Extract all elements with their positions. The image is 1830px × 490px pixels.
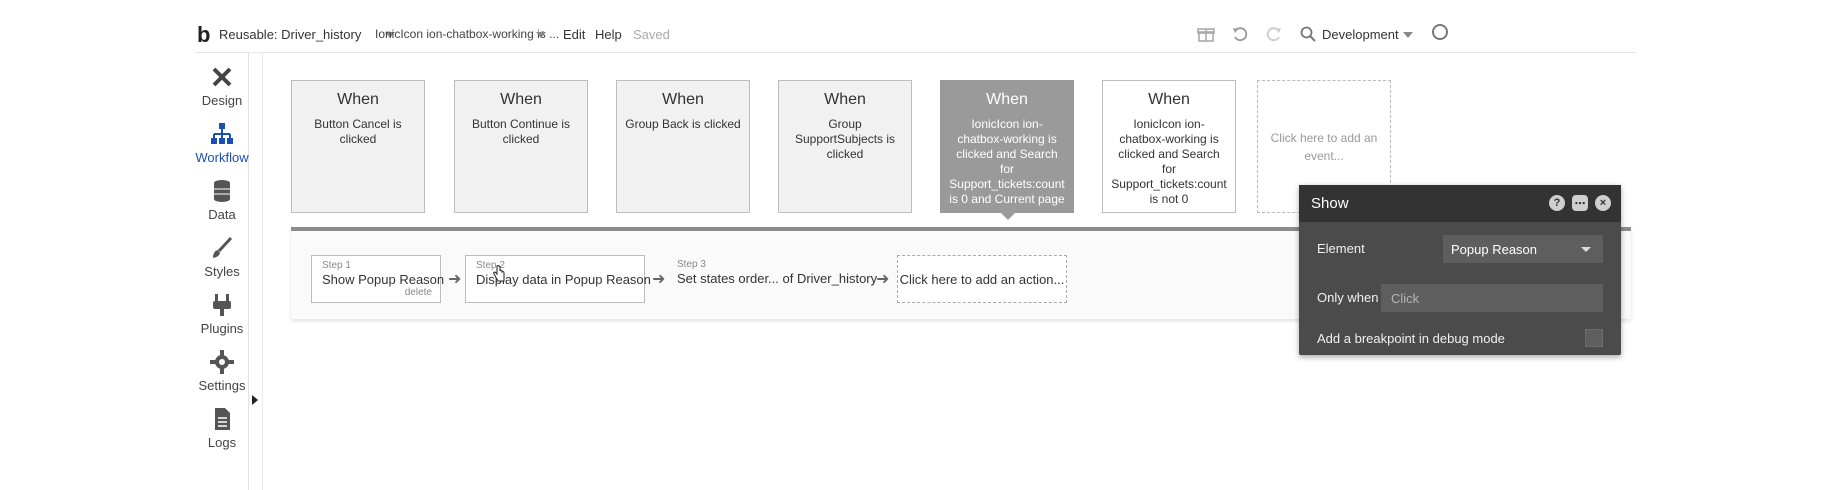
- event-when-label: When: [1148, 91, 1190, 108]
- hand-cursor-icon: [493, 265, 505, 282]
- sidebar-expand-arrow-icon[interactable]: [252, 395, 258, 405]
- selected-event-pointer: [1001, 213, 1015, 220]
- add-action-button[interactable]: Click here to add an action...: [897, 255, 1067, 303]
- chevron-down-icon: [1581, 247, 1591, 252]
- menu-help[interactable]: Help: [595, 27, 622, 42]
- step-name: Show Popup Reason: [322, 272, 445, 287]
- step-name: Set states order... of Driver_history: [677, 271, 878, 286]
- bubble-logo[interactable]: b: [197, 22, 210, 48]
- action-step-3[interactable]: Step 3 Set states order... of Driver_his…: [667, 255, 878, 303]
- event-description: Button Continue is clicked: [471, 117, 571, 146]
- event-ionicicon-count-not-zero[interactable]: When IonicIcon ion-chatbox-working is cl…: [1102, 80, 1236, 213]
- element-label: Element: [1317, 241, 1365, 256]
- document-icon: [215, 408, 230, 430]
- property-editor-panel: Show ? ⋯ × Element Popup Reason Only whe…: [1299, 185, 1621, 355]
- comment-icon[interactable]: ⋯: [1572, 195, 1588, 211]
- sidebar-item-settings[interactable]: Settings: [195, 343, 249, 399]
- breakpoint-checkbox[interactable]: [1585, 329, 1603, 347]
- element-dropdown[interactable]: Popup Reason: [1443, 235, 1603, 263]
- sidebar-item-label: Settings: [198, 378, 246, 393]
- top-divider: [195, 52, 1635, 53]
- sidebar-item-styles[interactable]: Styles: [195, 229, 249, 285]
- event-when-label: When: [337, 91, 379, 108]
- event-ionicicon-count-zero[interactable]: When IonicIcon ion-chatbox-working is cl…: [940, 80, 1074, 213]
- gift-icon[interactable]: [1195, 23, 1217, 45]
- left-sidebar: Design Workflow Data Styles Plugins Sett…: [195, 53, 249, 490]
- event-when-label: When: [824, 91, 866, 108]
- event-description: Button Cancel is clicked: [314, 117, 402, 146]
- only-when-placeholder: Click: [1391, 291, 1420, 306]
- breakpoint-label: Add a breakpoint in debug mode: [1317, 331, 1505, 346]
- top-icons: [1195, 21, 1319, 47]
- canvas-edge: [262, 53, 263, 490]
- page-selector-label: Reusable: Driver_history: [219, 27, 362, 42]
- property-editor-icons: ? ⋯ ×: [1549, 195, 1611, 211]
- help-icon[interactable]: ?: [1549, 195, 1565, 211]
- event-when-label: When: [500, 91, 542, 108]
- action-step-1[interactable]: Step 1 Show Popup Reason delete: [311, 255, 445, 303]
- user-icon[interactable]: [1432, 24, 1448, 40]
- sidebar-item-logs[interactable]: Logs: [195, 400, 249, 456]
- only-when-input[interactable]: Click: [1381, 284, 1603, 312]
- property-editor-header[interactable]: Show ? ⋯ ×: [1299, 185, 1621, 222]
- menu-edit[interactable]: Edit: [563, 27, 585, 42]
- environment-label: Development: [1322, 27, 1399, 42]
- event-group-back[interactable]: When Group Back is clicked: [616, 80, 750, 213]
- delete-step-link[interactable]: delete: [405, 287, 432, 298]
- close-icon[interactable]: ×: [1595, 195, 1611, 211]
- event-description: Group Back is clicked: [625, 117, 741, 131]
- only-when-label: Only when: [1317, 290, 1379, 305]
- top-bar: b Reusable: Driver_history IonicIcon ion…: [195, 16, 1635, 54]
- sidebar-item-plugins[interactable]: Plugins: [195, 286, 249, 342]
- sidebar-item-label: Logs: [207, 435, 237, 450]
- undo-icon[interactable]: [1229, 23, 1251, 45]
- environment-selector[interactable]: Development: [1322, 27, 1399, 42]
- workflow-icon: [211, 123, 233, 144]
- chevron-down-icon[interactable]: [536, 32, 546, 38]
- element-selector-label: IonicIcon ion-chatbox-working is ...: [375, 27, 560, 41]
- sidebar-item-design[interactable]: Design: [195, 58, 249, 114]
- plug-icon: [213, 294, 231, 316]
- redo-icon[interactable]: [1263, 23, 1285, 45]
- step-number: Step 1: [322, 260, 351, 271]
- design-icon: [212, 67, 232, 87]
- sidebar-item-workflow[interactable]: Workflow: [195, 115, 249, 171]
- save-status: Saved: [633, 27, 670, 42]
- brush-icon: [213, 236, 233, 258]
- bubble-editor: b Reusable: Driver_history IonicIcon ion…: [0, 0, 1830, 490]
- database-icon: [214, 180, 230, 202]
- sidebar-item-label: Workflow: [195, 150, 249, 165]
- gear-icon: [210, 350, 234, 374]
- search-icon[interactable]: [1297, 23, 1319, 45]
- chevron-down-icon[interactable]: [1403, 32, 1413, 38]
- event-group-supportsubjects[interactable]: When Group SupportSubjects is clicked: [778, 80, 912, 213]
- event-description: Group SupportSubjects is clicked: [794, 117, 896, 161]
- arrow-right-icon: ➜: [876, 271, 890, 288]
- sidebar-item-label: Data: [208, 207, 236, 222]
- step-number: Step 3: [677, 259, 706, 270]
- event-when-label: When: [662, 91, 704, 108]
- property-editor-title: Show: [1311, 195, 1349, 212]
- sidebar-item-label: Styles: [204, 264, 240, 279]
- event-description: IonicIcon ion-chatbox-working is clicked…: [1111, 117, 1227, 206]
- event-description: IonicIcon ion-chatbox-working is clicked…: [949, 117, 1065, 206]
- event-when-label: When: [986, 91, 1028, 108]
- event-button-continue[interactable]: When Button Continue is clicked: [454, 80, 588, 213]
- sidebar-item-data[interactable]: Data: [195, 172, 249, 228]
- sidebar-item-label: Plugins: [200, 321, 244, 336]
- arrow-right-icon: ➜: [448, 271, 462, 288]
- element-dropdown-value: Popup Reason: [1451, 242, 1538, 257]
- arrow-right-icon: ➜: [652, 271, 666, 288]
- event-button-cancel[interactable]: When Button Cancel is clicked: [291, 80, 425, 213]
- sidebar-item-label: Design: [201, 93, 243, 108]
